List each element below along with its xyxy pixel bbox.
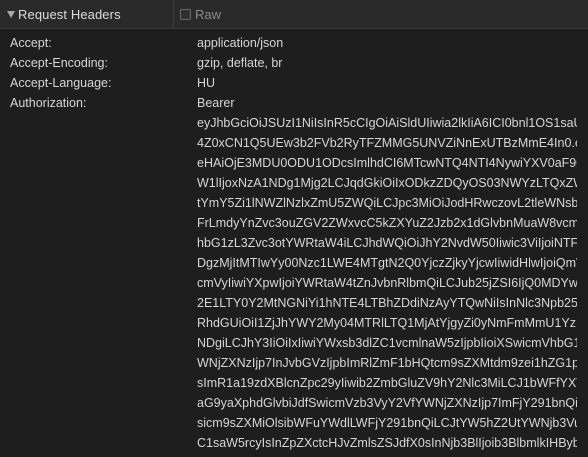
- token-line: hbG1zL3Zvc3otYWRtaW4iLCJhdWQiOiJhY2NvdW5…: [197, 236, 577, 250]
- authorization-token: eyJhbGciOiJSUzI1NiIsInR5cCIgOiAiSldUIiwi…: [197, 113, 577, 457]
- header-row-accept: Accept: application/json: [0, 33, 588, 53]
- token-line: sicm9sZXMiOlsibWFuYWdlLWFjY291bnQiLCJtYW…: [197, 416, 577, 430]
- header-value: HU: [197, 76, 216, 90]
- header-name: Accept-Encoding:: [10, 56, 108, 70]
- token-line: eyJhbGciOiJSUzI1NiIsInR5cCIgOiAiSldUIiwi…: [197, 116, 577, 130]
- raw-checkbox[interactable]: [180, 8, 191, 20]
- token-line: cmVyIiwiYXpwIjoiYWRtaW4tZnJvbnRlbmQiLCJu…: [197, 276, 577, 290]
- raw-label: Raw: [195, 6, 222, 22]
- token-line: W1lIjoxNzA1NDg1Mjg2LCJqdGkiOiIxODkzZDQyO…: [197, 176, 577, 190]
- header-row-authorization: Authorization: Bearer eyJhbGciOiJSUzI1Ni…: [0, 93, 588, 457]
- header-row-accept-language: Accept-Language: HU: [0, 73, 588, 93]
- token-line: tYmY5Zi1lNWZlNzlxZmU5ZWQiLCJpc3MiOiJodHR…: [197, 196, 577, 210]
- authorization-value: Bearer eyJhbGciOiJSUzI1NiIsInR5cCIgOiAiS…: [197, 93, 577, 457]
- header-name: Accept:: [10, 36, 52, 50]
- token-line: WNjZXNzIjp7InJvbGVzIjpbImRlZmF1bHQtcm9sZ…: [197, 356, 577, 370]
- token-line: 2E1LTY0Y2MtNGNiYi1hNTE4LTBhZDdiNzAyYTQwN…: [197, 296, 577, 310]
- raw-toggle[interactable]: Raw: [180, 7, 221, 22]
- token-line: FrLmdyYnZvc3ouZGV2ZWxvcC5kZXYuZ2Jzb2x1dG…: [197, 216, 577, 230]
- section-title: Request Headers: [18, 6, 121, 22]
- token-line: ZmlsZSBlbWFpbCIsInNpZCI6IjVmMmFhZjYzLTgx…: [197, 453, 577, 457]
- disclosure-triangle-icon[interactable]: [7, 11, 15, 18]
- token-line: eHAiOjE3MDU0ODU1ODcsImlhdCI6MTcwNTQ4NTI4…: [197, 156, 577, 170]
- header-rows: Accept: application/json Accept-Encoding…: [0, 33, 588, 457]
- header-name: Accept-Language:: [10, 76, 112, 90]
- token-line: aG9yaXphdGlvbiJdfSwicmVzb3VyY2VfYWNjZXNz…: [197, 396, 577, 410]
- request-headers-section-header: Request Headers Raw: [0, 0, 588, 29]
- authorization-scheme: Bearer: [197, 96, 235, 110]
- header-value: application/json: [197, 36, 284, 50]
- token-line: NDgiLCJhY3IiOiIxIiwiYWxsb3dlZC1vcmlnaW5z…: [197, 336, 577, 350]
- token-line: DgzMjItMTIwYy00Nzc1LWE4MTgtN2Q0YjczZjkyY…: [197, 256, 577, 270]
- token-line: sImR1a19zdXBlcnZpc29yIiwib2ZmbGluZV9hY2N…: [197, 376, 577, 390]
- token-line: RhdGUiOiI1ZjJhYWY2My04MTRlLTQ1MjAtYjgyZi…: [197, 316, 577, 330]
- token-line: C1saW5rcyIsInZpZXctcHJvZmlsZSJdfX0sInNjb…: [197, 436, 577, 450]
- header-name: Authorization:: [10, 96, 87, 110]
- token-line: 4Z0xCN1Q5UEw3b2FVb2RyTFZMMG5UNVZiNnExUTB…: [197, 136, 577, 150]
- request-headers-panel: Request Headers Raw Accept: application/…: [0, 0, 588, 457]
- header-row-accept-encoding: Accept-Encoding: gzip, deflate, br: [0, 53, 588, 73]
- request-headers-toggle[interactable]: Request Headers: [0, 0, 174, 29]
- header-value: gzip, deflate, br: [197, 56, 283, 70]
